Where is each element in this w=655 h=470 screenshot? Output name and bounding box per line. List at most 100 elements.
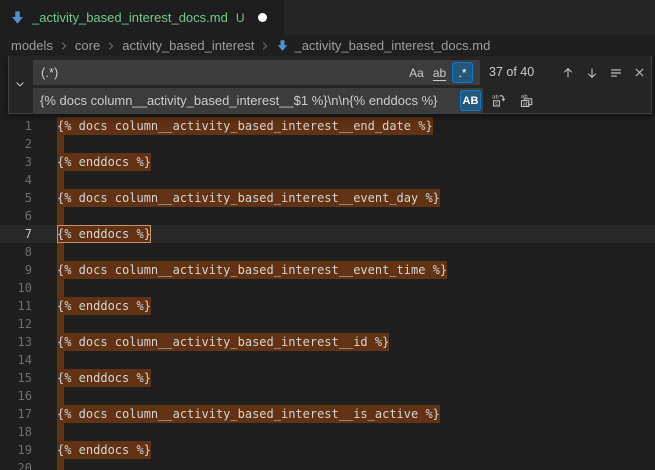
editor-line-3[interactable]: 3 {% enddocs %} [0,153,655,171]
editor-line-14[interactable]: 14 [0,351,655,369]
previous-match-button[interactable] [557,62,578,83]
replace-all-icon: ab ab [519,93,534,108]
editor-line-5[interactable]: 5 {% docs column__activity_based_interest… [0,189,655,207]
line-number: 19 [0,441,32,459]
line-number: 5 [0,189,32,207]
code-text: {% docs column__activity_based_interest_… [57,261,447,279]
tab-activity-based-interest-docs[interactable]: _activity_based_interest_docs.md U [0,0,284,35]
replace-input[interactable] [33,88,483,113]
find-results-count: 37 of 40 [489,60,534,85]
find-match-highlight: {% enddocs %} [57,153,151,171]
regex-toggle[interactable]: .* [452,62,473,83]
code-text [57,351,64,369]
line-number: 3 [0,153,32,171]
find-match-highlight-empty [57,207,64,225]
replace-icon: ab c [491,93,506,108]
find-match-highlight-empty [57,243,64,261]
line-number: 8 [0,243,32,261]
editor-line-12[interactable]: 12 [0,315,655,333]
code-text: {% enddocs %} [57,297,151,315]
file-down-arrow-icon [276,39,289,52]
code-text: {% docs column__activity_based_interest_… [57,405,440,423]
editor-line-13[interactable]: 13 {% docs column__activity_based_interes… [0,333,655,351]
code-text: {% docs column__activity_based_interest_… [57,189,440,207]
git-status-badge: U [236,11,245,25]
breadcrumb: models core activity_based_interest _act… [0,35,655,56]
code-text: {% enddocs %} [57,225,151,243]
find-match-highlight-empty [57,351,64,369]
editor-line-20[interactable]: 20 [0,459,655,470]
line-number: 4 [0,171,32,189]
find-match-highlight: {% docs column__activity_based_interest_… [57,189,440,207]
editor-line-6[interactable]: 6 [0,207,655,225]
find-match-highlight-empty [57,387,64,405]
match-case-toggle[interactable]: Aa [406,62,427,83]
chevron-right-icon [57,39,71,53]
line-number: 17 [0,405,32,423]
toggle-replace-button[interactable] [9,56,31,113]
editor-line-18[interactable]: 18 [0,423,655,441]
editor-line-10[interactable]: 10 [0,279,655,297]
whole-word-toggle[interactable]: ab [429,62,450,83]
code-text: {% docs column__activity_based_interest_… [57,117,433,135]
tab-bar: _activity_based_interest_docs.md U [0,0,655,35]
find-match-highlight: {% docs column__activity_based_interest_… [57,333,389,351]
line-number: 1 [0,117,32,135]
close-icon [633,66,646,79]
line-number: 16 [0,387,32,405]
line-number: 7 [0,225,32,243]
line-number: 13 [0,333,32,351]
editor-line-8[interactable]: 8 [0,243,655,261]
line-number: 14 [0,351,32,369]
find-match-highlight: {% enddocs %} [57,225,151,243]
breadcrumb-item-activity-based-interest[interactable]: activity_based_interest [122,38,254,53]
file-down-arrow-icon [10,10,25,25]
line-number: 11 [0,297,32,315]
editor[interactable]: 1 {% docs column__activity_based_interest… [0,56,655,470]
find-match-highlight-empty [57,171,64,189]
code-text: {% enddocs %} [57,153,151,171]
find-replace-widget: Aa ab .* 37 of 40 AB [8,56,652,114]
line-number: 15 [0,369,32,387]
replace-actions: ab c ab ab [488,90,537,111]
editor-line-1[interactable]: 1 {% docs column__activity_based_interest… [0,117,655,135]
chevron-right-icon [258,39,272,53]
code-text [57,459,64,470]
editor-line-7[interactable]: 7 {% enddocs %} [0,225,655,243]
editor-line-9[interactable]: 9 {% docs column__activity_based_interest… [0,261,655,279]
find-in-selection-button[interactable] [605,62,626,83]
line-number: 9 [0,261,32,279]
editor-line-11[interactable]: 11 {% enddocs %} [0,297,655,315]
preserve-case-toggle[interactable]: AB [460,90,481,111]
line-number: 18 [0,423,32,441]
find-match-highlight: {% enddocs %} [57,441,151,459]
editor-line-17[interactable]: 17 {% docs column__activity_based_interes… [0,405,655,423]
line-number: 10 [0,279,32,297]
code-text [57,315,64,333]
breadcrumb-item-file[interactable]: _activity_based_interest_docs.md [276,38,490,53]
breadcrumb-file-label: _activity_based_interest_docs.md [294,38,490,53]
code-text [57,171,64,189]
replace-all-icon replace-all-button[interactable]: ab ab [516,90,537,111]
find-match-highlight: {% docs column__activity_based_interest_… [57,117,433,135]
close-find-widget-button[interactable] [629,62,650,83]
svg-text:ab: ab [523,101,529,107]
chevron-down-icon [14,78,26,90]
find-match-highlight-empty [57,279,64,297]
editor-line-19[interactable]: 19 {% enddocs %} [0,441,655,459]
editor-line-2[interactable]: 2 [0,135,655,153]
next-match-button[interactable] [581,62,602,83]
code-text [57,387,64,405]
editor-line-4[interactable]: 4 [0,171,655,189]
modified-dot-icon[interactable] [258,13,267,22]
chevron-right-icon [104,39,118,53]
editor-line-16[interactable]: 16 [0,387,655,405]
code-text [57,279,64,297]
breadcrumb-item-models[interactable]: models [11,38,53,53]
code-text [57,135,64,153]
breadcrumb-item-core[interactable]: core [75,38,100,53]
code-text [57,423,64,441]
replace-button[interactable]: ab c [488,90,509,111]
arrow-up-icon [561,66,575,80]
editor-line-15[interactable]: 15{% enddocs %} [0,369,655,387]
